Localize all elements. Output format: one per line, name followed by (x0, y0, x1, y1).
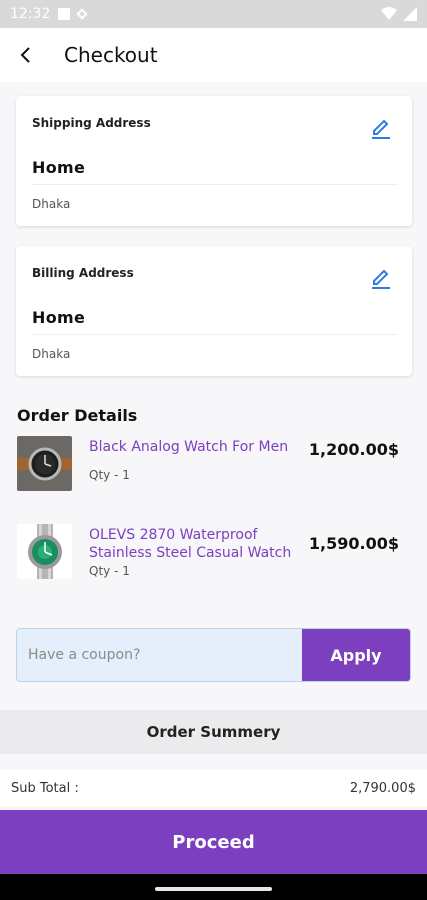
order-summary-header: Order Summery (0, 710, 427, 754)
divider (32, 184, 398, 185)
data-sync-icon (76, 8, 89, 20)
product-image-black-watch (17, 436, 72, 491)
notification-icon (58, 8, 71, 20)
home-gesture-handle[interactable] (155, 887, 272, 891)
subtotal-value: 2,790.00$ (349, 781, 416, 796)
order-details-title: Order Details (17, 406, 138, 425)
signal-icon (403, 7, 417, 21)
apply-coupon-button[interactable]: Apply (302, 629, 410, 681)
coupon-input[interactable] (17, 629, 303, 681)
shipping-address-card[interactable]: Shipping Address Home Dhaka (16, 96, 412, 226)
order-item[interactable]: OLEVS 2870 Waterproof Stainless Steel Ca… (17, 524, 413, 584)
proceed-button[interactable]: Proceed (0, 810, 427, 874)
edit-icon (372, 119, 390, 139)
divider (32, 334, 398, 335)
billing-address-card[interactable]: Billing Address Home Dhaka (16, 246, 412, 376)
edit-shipping-button[interactable] (368, 114, 394, 140)
product-price: 1,590.00$ (308, 534, 399, 553)
order-item[interactable]: Black Analog Watch For Men Qty - 1 1,200… (17, 436, 413, 496)
billing-address-city: Dhaka (32, 347, 71, 361)
edit-billing-button[interactable] (368, 264, 394, 290)
arrow-left-icon (20, 47, 30, 63)
product-price: 1,200.00$ (308, 440, 399, 459)
product-qty: Qty - 1 (89, 564, 130, 578)
product-image-green-watch (17, 524, 72, 579)
system-nav-bar (0, 874, 427, 900)
status-time: 12:32 (10, 6, 51, 22)
product-name[interactable]: OLEVS 2870 Waterproof Stainless Steel Ca… (89, 526, 304, 562)
shipping-address-city: Dhaka (32, 197, 71, 211)
billing-address-label: Billing Address (32, 266, 134, 280)
product-qty: Qty - 1 (89, 468, 130, 482)
product-name[interactable]: Black Analog Watch For Men (89, 438, 304, 456)
back-button[interactable] (6, 35, 46, 75)
status-bar: 12:32 (0, 0, 427, 28)
app-bar: Checkout (0, 28, 427, 82)
subtotal-row: Sub Total : 2,790.00$ (0, 770, 427, 806)
page-title: Checkout (64, 43, 158, 67)
shipping-address-name: Home (32, 158, 86, 177)
billing-address-name: Home (32, 308, 86, 327)
edit-icon (372, 269, 390, 289)
shipping-address-label: Shipping Address (32, 116, 151, 130)
wifi-icon (381, 7, 397, 20)
subtotal-label: Sub Total : (11, 781, 79, 796)
coupon-box: Apply (16, 628, 411, 682)
